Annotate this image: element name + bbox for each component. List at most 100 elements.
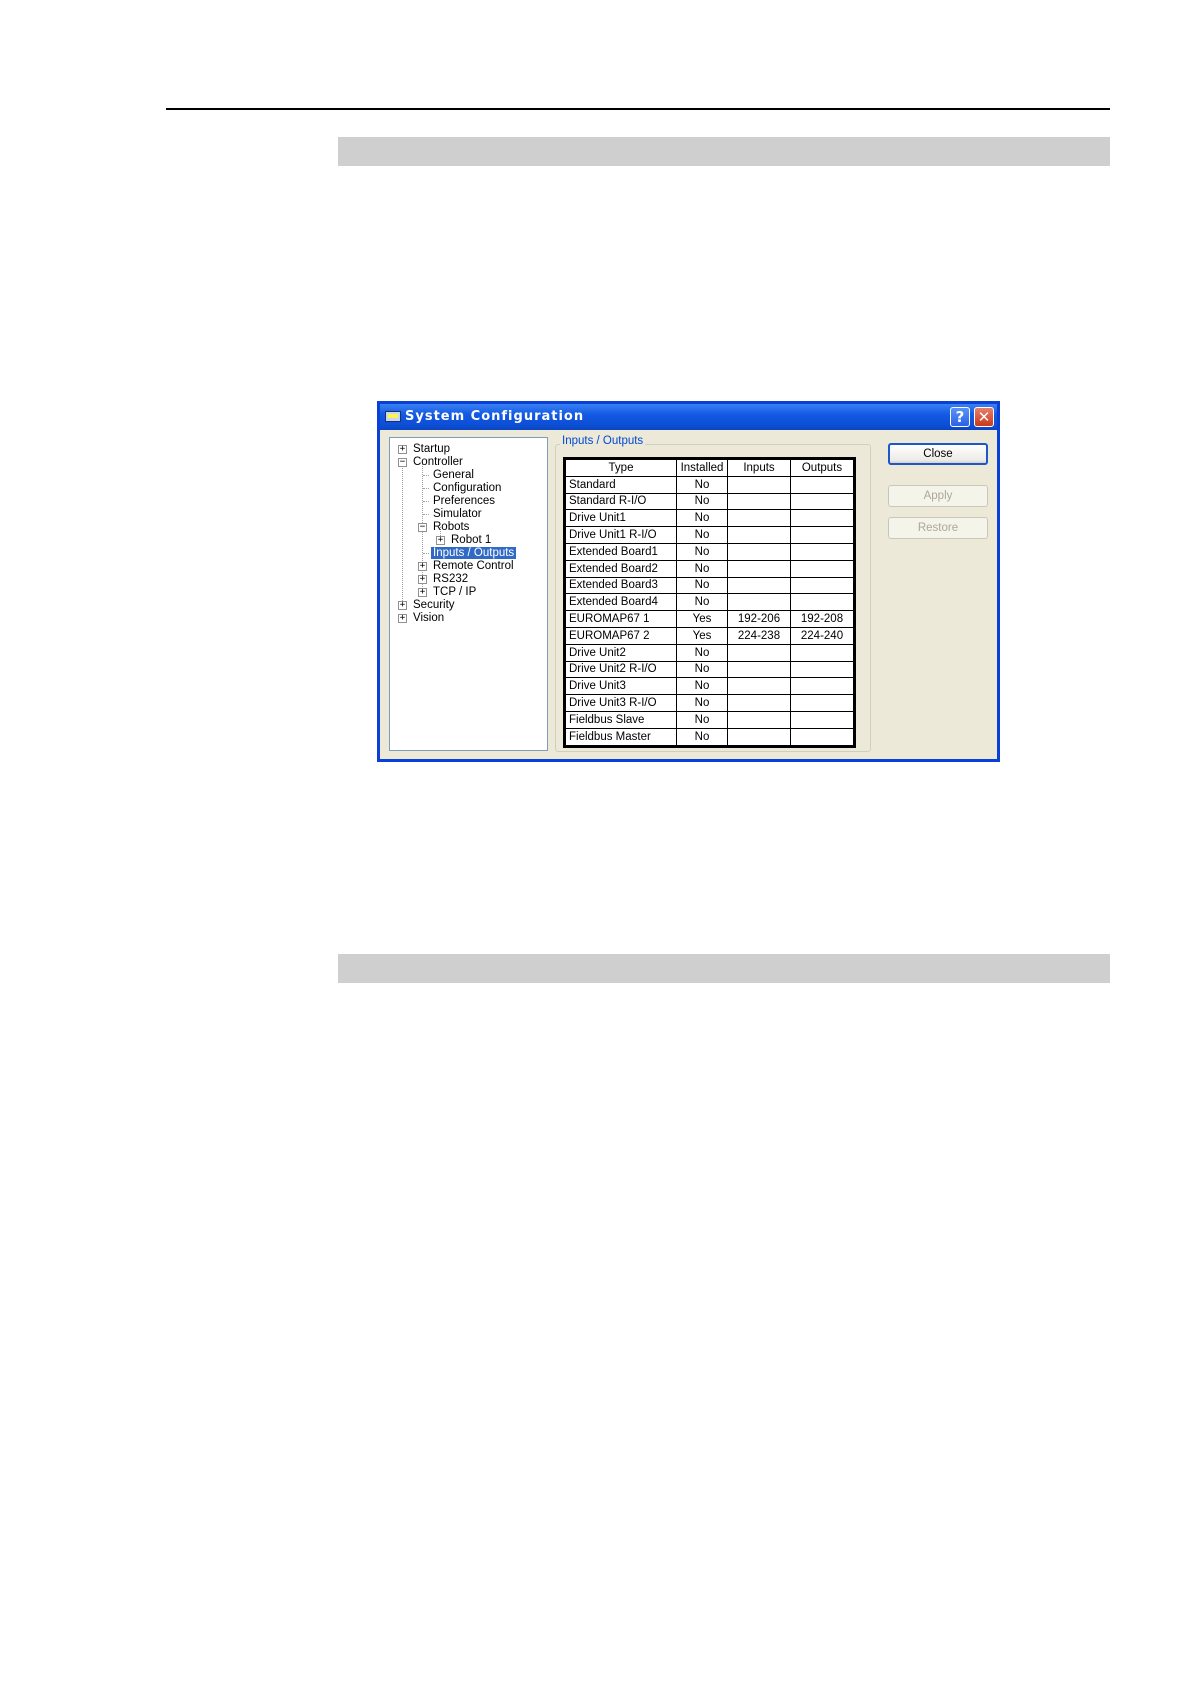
cell-installed: No xyxy=(676,475,728,494)
tree-connector xyxy=(402,462,403,607)
expand-icon[interactable]: + xyxy=(398,614,407,623)
cell-inputs xyxy=(727,492,791,511)
cell-inputs xyxy=(727,526,791,544)
tree-item-preferences[interactable]: Preferences xyxy=(433,494,495,508)
tree-item-simulator[interactable]: Simulator xyxy=(433,507,482,521)
cell-type: Standard R-I/O xyxy=(565,492,677,511)
cell-type: Standard xyxy=(565,475,677,494)
cell-outputs xyxy=(790,593,854,612)
close-button[interactable]: Close xyxy=(888,443,988,465)
dialog-title: System Configuration xyxy=(405,409,585,424)
tree-item-label: Security xyxy=(413,599,455,611)
tree-connector xyxy=(423,553,429,554)
cell-installed: No xyxy=(676,694,728,712)
cell-inputs xyxy=(727,542,791,561)
expand-icon[interactable]: + xyxy=(398,601,407,610)
cell-outputs xyxy=(790,475,854,494)
cell-type: Drive Unit1 xyxy=(565,509,677,528)
cell-installed: No xyxy=(676,509,728,528)
column-header-inputs[interactable]: Inputs xyxy=(727,459,791,477)
table-row[interactable]: Extended Board1 No xyxy=(565,542,854,561)
table-row[interactable]: Fieldbus Slave No xyxy=(565,710,854,729)
collapse-icon[interactable]: − xyxy=(418,523,427,532)
tree-item-general[interactable]: General xyxy=(433,468,474,482)
table-row[interactable]: Drive Unit2 No xyxy=(565,643,854,662)
cell-installed: Yes xyxy=(676,626,728,645)
tree-connector xyxy=(423,488,429,489)
cell-inputs xyxy=(727,559,791,578)
config-tree[interactable]: + Startup − Controller General Configura… xyxy=(389,437,548,751)
table-row[interactable]: Drive Unit2 R-I/O No xyxy=(565,660,854,679)
table-row[interactable]: Drive Unit1 No xyxy=(565,509,854,528)
table-row[interactable]: Extended Board4 No xyxy=(565,593,854,612)
cell-type: Extended Board1 xyxy=(565,542,677,561)
cell-outputs xyxy=(790,526,854,544)
section-header-bar xyxy=(338,954,1110,983)
close-icon[interactable]: ✕ xyxy=(974,407,994,427)
cell-outputs xyxy=(790,677,854,696)
table-row[interactable]: Standard R-I/O No xyxy=(565,492,854,511)
table-row[interactable]: Standard No xyxy=(565,475,854,494)
cell-type: Fieldbus Master xyxy=(565,727,677,746)
cell-inputs xyxy=(727,694,791,712)
cell-type: Fieldbus Slave xyxy=(565,710,677,729)
section-header-bar xyxy=(338,137,1110,166)
table-row[interactable]: Drive Unit1 R-I/O No xyxy=(565,526,854,544)
table-body: Standard No Standard R-I/O No Drive Unit1 No D… xyxy=(565,475,854,746)
cell-type: Drive Unit1 R-I/O xyxy=(565,526,677,544)
collapse-icon[interactable]: − xyxy=(398,458,407,467)
column-header-type[interactable]: Type xyxy=(565,459,677,477)
cell-inputs xyxy=(727,677,791,696)
table-row[interactable]: Drive Unit3 No xyxy=(565,677,854,696)
title-bar[interactable]: System Configuration ? ✕ xyxy=(380,404,997,430)
cell-installed: No xyxy=(676,542,728,561)
table-row[interactable]: EUROMAP67 2 Yes 224-238 224-240 xyxy=(565,626,854,645)
tree-connector xyxy=(423,501,429,502)
expand-icon[interactable]: + xyxy=(398,445,407,454)
cell-type: Drive Unit3 xyxy=(565,677,677,696)
tree-item-inputs-outputs[interactable]: Inputs / Outputs xyxy=(431,546,517,560)
tree-item-configuration[interactable]: Configuration xyxy=(433,481,501,495)
tree-item-label: Inputs / Outputs xyxy=(431,547,517,559)
cell-inputs xyxy=(727,660,791,679)
cell-installed: No xyxy=(676,576,728,595)
cell-outputs xyxy=(790,559,854,578)
table-row[interactable]: Extended Board3 No xyxy=(565,576,854,595)
table-row[interactable]: EUROMAP67 1 Yes 192-206 192-208 xyxy=(565,610,854,628)
cell-type: EUROMAP67 2 xyxy=(565,626,677,645)
expand-icon[interactable]: + xyxy=(418,588,427,597)
system-configuration-dialog: System Configuration ? ✕ + Startup − Con… xyxy=(377,401,1000,762)
io-table: Type Installed Inputs Outputs Standard No… xyxy=(563,457,856,748)
help-icon[interactable]: ? xyxy=(950,407,970,427)
table-row[interactable]: Fieldbus Master No xyxy=(565,727,854,746)
cell-inputs: 224-238 xyxy=(727,626,791,645)
cell-inputs xyxy=(727,509,791,528)
expand-icon[interactable]: + xyxy=(418,575,427,584)
column-header-installed[interactable]: Installed xyxy=(676,459,728,477)
tree-item-label: Controller xyxy=(413,456,463,468)
expand-icon[interactable]: + xyxy=(418,562,427,571)
cell-inputs xyxy=(727,576,791,595)
table-row[interactable]: Extended Board2 No xyxy=(565,559,854,578)
cell-installed: No xyxy=(676,677,728,696)
cell-inputs: 192-206 xyxy=(727,610,791,628)
cell-inputs xyxy=(727,475,791,494)
cell-installed: No xyxy=(676,593,728,612)
tree-item-label: Vision xyxy=(413,612,445,624)
window-icon xyxy=(385,411,401,422)
tree-item-label: Remote Control xyxy=(433,560,514,572)
restore-button[interactable]: Restore xyxy=(888,517,988,539)
cell-outputs: 224-240 xyxy=(790,626,854,645)
cell-type: Extended Board3 xyxy=(565,576,677,595)
table-header-row: Type Installed Inputs Outputs xyxy=(565,459,854,477)
top-rule xyxy=(166,108,1110,110)
table-row[interactable]: Drive Unit3 R-I/O No xyxy=(565,694,854,712)
apply-button[interactable]: Apply xyxy=(888,485,988,507)
tree-item-label: Simulator xyxy=(433,508,482,520)
cell-outputs xyxy=(790,492,854,511)
column-header-outputs[interactable]: Outputs xyxy=(790,459,854,477)
expand-icon[interactable]: + xyxy=(436,536,445,545)
group-label: Inputs / Outputs xyxy=(560,435,646,447)
cell-installed: No xyxy=(676,643,728,662)
cell-outputs xyxy=(790,694,854,712)
